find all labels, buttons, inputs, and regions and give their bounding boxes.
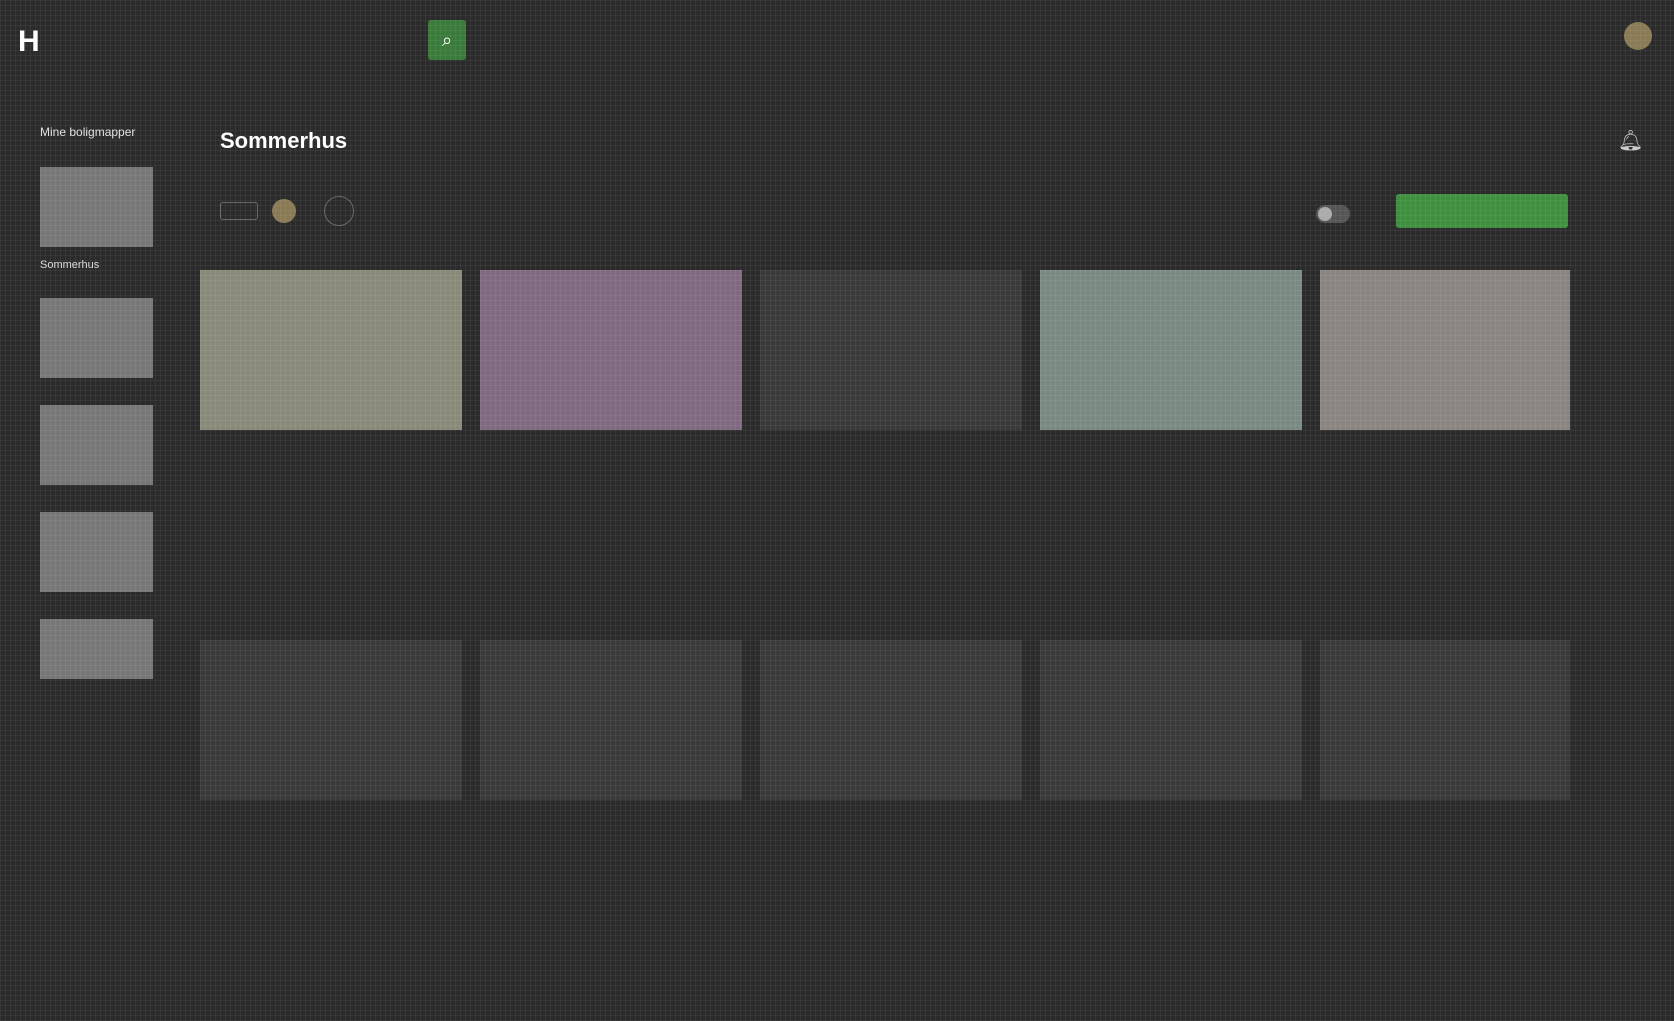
add-member-button[interactable] — [324, 196, 354, 226]
listing-card[interactable] — [200, 270, 462, 490]
listing-image — [480, 270, 742, 430]
sidebar-title: Mine boligmapper — [40, 125, 136, 139]
page-title: Sommerhus — [220, 128, 348, 153]
sidebar-thumbnail — [40, 512, 153, 592]
sidebar-item-3[interactable] — [40, 405, 160, 485]
listing-image — [1320, 640, 1570, 800]
logo[interactable]: H — [18, 25, 40, 59]
sidebar-item-5[interactable] — [40, 619, 160, 679]
user-avatar[interactable] — [1624, 22, 1652, 50]
sidebar-thumbnail — [40, 405, 153, 485]
bell-icon[interactable]: 🔔︎ — [1618, 128, 1643, 153]
listing-image — [480, 640, 742, 800]
sidebar-item-2[interactable] — [40, 298, 160, 378]
listing-card[interactable] — [1320, 270, 1570, 490]
listing-image — [200, 640, 462, 800]
listing-card[interactable] — [200, 640, 462, 860]
listing-card[interactable] — [760, 640, 1022, 860]
sidebar-item-4[interactable] — [40, 512, 160, 592]
search-icon: ⌕ — [441, 29, 453, 50]
sidebar-thumbnail — [40, 298, 153, 378]
listing-card[interactable] — [480, 640, 742, 860]
search-button[interactable]: ⌕ — [428, 20, 466, 60]
listing-card[interactable] — [760, 270, 1022, 490]
listing-image — [760, 640, 1022, 800]
listing-image — [1320, 270, 1570, 430]
listing-card[interactable] — [1040, 640, 1302, 860]
listing-card[interactable] — [1320, 640, 1570, 860]
listing-card[interactable] — [480, 270, 742, 490]
toggle-area — [1306, 205, 1350, 223]
listing-image — [200, 270, 462, 430]
sidebar-thumbnail — [40, 167, 153, 247]
sidebar-item-label: Sommerhus — [40, 259, 100, 271]
compare-button[interactable] — [1396, 194, 1568, 228]
top-bar: H ⌕ — [0, 0, 1674, 80]
sidebar-item-1[interactable]: Sommerhus — [40, 167, 160, 271]
listing-image — [760, 270, 1022, 430]
member-avatar[interactable] — [272, 199, 296, 223]
sidebar: Mine boligmapper Sommerhus — [40, 125, 160, 706]
listing-card[interactable] — [1040, 270, 1302, 490]
listing-image — [1040, 270, 1302, 430]
listing-image — [1040, 640, 1302, 800]
toolbar — [220, 196, 354, 226]
toggle-switch[interactable] — [1316, 205, 1350, 223]
search-input[interactable] — [70, 20, 409, 62]
invite-button[interactable] — [220, 202, 258, 220]
sidebar-thumbnail — [40, 619, 153, 679]
